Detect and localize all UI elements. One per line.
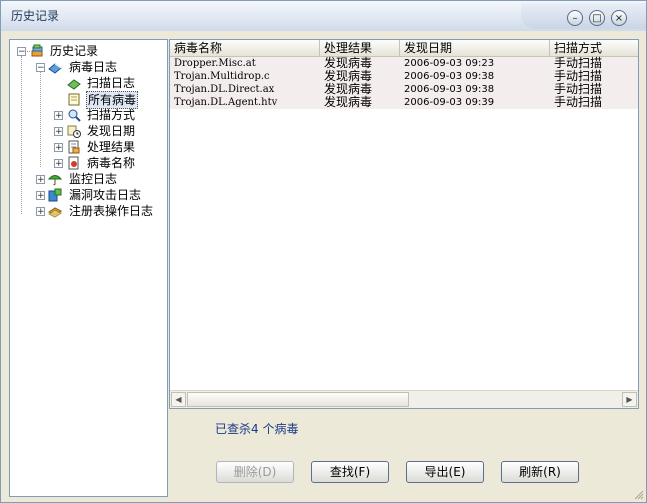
expand-toggle[interactable]: + bbox=[54, 159, 63, 169]
history-tree[interactable]: − 历史记录 − 病毒日志 扫描日志 所有病毒 + 扫描方式 + 发现日期 + … bbox=[9, 39, 168, 497]
title-button-area bbox=[521, 3, 646, 29]
registry-operation-icon bbox=[48, 207, 62, 218]
cell-date: 2006-09-03 09:38 bbox=[404, 84, 495, 95]
expand-toggle[interactable]: + bbox=[36, 191, 45, 201]
history-window: 历史记录 – □ × − 历史记录 − 病毒日志 扫描日志 所有病毒 + 扫描方… bbox=[0, 0, 647, 503]
monitor-umbrella-icon bbox=[48, 175, 62, 186]
resize-grip-icon[interactable] bbox=[634, 490, 644, 500]
cell-virus-name: Trojan.Multidrop.c bbox=[174, 71, 270, 82]
tree-item-label: 扫描日志 bbox=[87, 76, 136, 90]
scroll-right-icon[interactable]: ▶ bbox=[622, 392, 637, 407]
history-books-icon bbox=[31, 44, 43, 57]
cell-virus-name: Dropper.Misc.at bbox=[174, 58, 256, 69]
tree-item-registry-log[interactable]: + 注册表操作日志 bbox=[10, 203, 166, 219]
tree-item-scan-mode[interactable]: + 扫描方式 bbox=[10, 107, 160, 123]
refresh-button[interactable]: 刷新(R) bbox=[501, 461, 579, 483]
found-date-clock-icon bbox=[67, 125, 81, 138]
cell-scan-mode: 手动扫描 bbox=[554, 95, 603, 109]
cell-date: 2006-09-03 09:38 bbox=[404, 71, 495, 82]
tree-item-label: 发现日期 bbox=[87, 124, 136, 138]
cell-virus-name: Trojan.DL.Direct.ax bbox=[174, 84, 275, 95]
cell-date: 2006-09-03 09:23 bbox=[404, 58, 495, 69]
tree-item-label: 病毒名称 bbox=[87, 156, 136, 170]
window-title: 历史记录 bbox=[11, 9, 60, 23]
tree-item-label: 病毒日志 bbox=[69, 60, 118, 74]
column-header-virus-name[interactable]: 病毒名称 bbox=[170, 40, 320, 56]
horizontal-scrollbar[interactable]: ◀ ▶ bbox=[170, 390, 638, 408]
virus-name-icon bbox=[68, 156, 79, 170]
tree-item-label: 处理结果 bbox=[87, 140, 136, 154]
tree-item-monitor-log[interactable]: + 监控日志 bbox=[10, 171, 160, 187]
column-header-scan-mode[interactable]: 扫描方式 bbox=[550, 40, 638, 56]
scan-mode-icon bbox=[68, 109, 81, 122]
tree-item-history[interactable]: − 历史记录 bbox=[10, 43, 160, 59]
expand-toggle[interactable]: + bbox=[36, 175, 45, 185]
expand-toggle[interactable]: + bbox=[54, 127, 63, 137]
collapse-toggle[interactable]: − bbox=[17, 47, 26, 57]
delete-button[interactable]: 删除(D) bbox=[216, 461, 294, 483]
tree-item-label: 扫描方式 bbox=[87, 108, 136, 122]
title-bar[interactable]: 历史记录 – □ × bbox=[1, 1, 646, 31]
expand-toggle[interactable]: + bbox=[54, 143, 63, 153]
maximize-button[interactable]: □ bbox=[589, 10, 605, 26]
collapse-toggle[interactable]: − bbox=[36, 63, 45, 73]
tree-item-virus-name[interactable]: + 病毒名称 bbox=[10, 155, 160, 171]
table-row[interactable]: Trojan.DL.Agent.htv 发现病毒 2006-09-03 09:3… bbox=[170, 96, 638, 109]
tree-item-label: 监控日志 bbox=[69, 172, 118, 186]
all-viruses-doc-icon bbox=[68, 93, 80, 106]
tree-item-process-result[interactable]: + 处理结果 bbox=[10, 139, 160, 155]
scroll-left-icon[interactable]: ◀ bbox=[171, 392, 186, 407]
vulnerability-attack-icon bbox=[48, 188, 62, 202]
list-header: 病毒名称 处理结果 发现日期 扫描方式 bbox=[170, 40, 638, 57]
process-result-icon bbox=[68, 140, 80, 154]
virus-list[interactable]: 病毒名称 处理结果 发现日期 扫描方式 Dropper.Misc.at 发现病毒… bbox=[169, 39, 639, 409]
tree-item-all-viruses[interactable]: 所有病毒 bbox=[10, 91, 160, 109]
minimize-button[interactable]: – bbox=[567, 10, 583, 26]
expand-toggle[interactable]: + bbox=[36, 207, 45, 217]
tree-item-vulnerability-log[interactable]: + 漏洞攻击日志 bbox=[10, 187, 160, 203]
column-header-date[interactable]: 发现日期 bbox=[400, 40, 550, 56]
find-button[interactable]: 查找(F) bbox=[311, 461, 389, 483]
cell-result: 发现病毒 bbox=[324, 95, 373, 109]
cell-virus-name: Trojan.DL.Agent.htv bbox=[174, 97, 278, 108]
tree-item-found-date[interactable]: + 发现日期 bbox=[10, 123, 160, 139]
tree-item-label: 漏洞攻击日志 bbox=[69, 188, 142, 202]
status-text: 已查杀4 个病毒 bbox=[215, 422, 299, 436]
scrollbar-thumb[interactable] bbox=[187, 392, 409, 407]
export-button[interactable]: 导出(E) bbox=[406, 461, 484, 483]
tree-item-label: 注册表操作日志 bbox=[69, 204, 154, 218]
expand-toggle[interactable]: + bbox=[54, 111, 63, 121]
tree-item-label: 历史记录 bbox=[50, 44, 99, 58]
virus-log-book-icon bbox=[48, 63, 62, 74]
cell-date: 2006-09-03 09:39 bbox=[404, 97, 495, 108]
column-header-result[interactable]: 处理结果 bbox=[320, 40, 400, 56]
tree-item-virus-log[interactable]: − 病毒日志 bbox=[10, 59, 160, 75]
close-button[interactable]: × bbox=[611, 10, 627, 26]
scan-log-book-icon bbox=[67, 79, 81, 90]
tree-item-scan-log[interactable]: 扫描日志 bbox=[10, 75, 160, 91]
